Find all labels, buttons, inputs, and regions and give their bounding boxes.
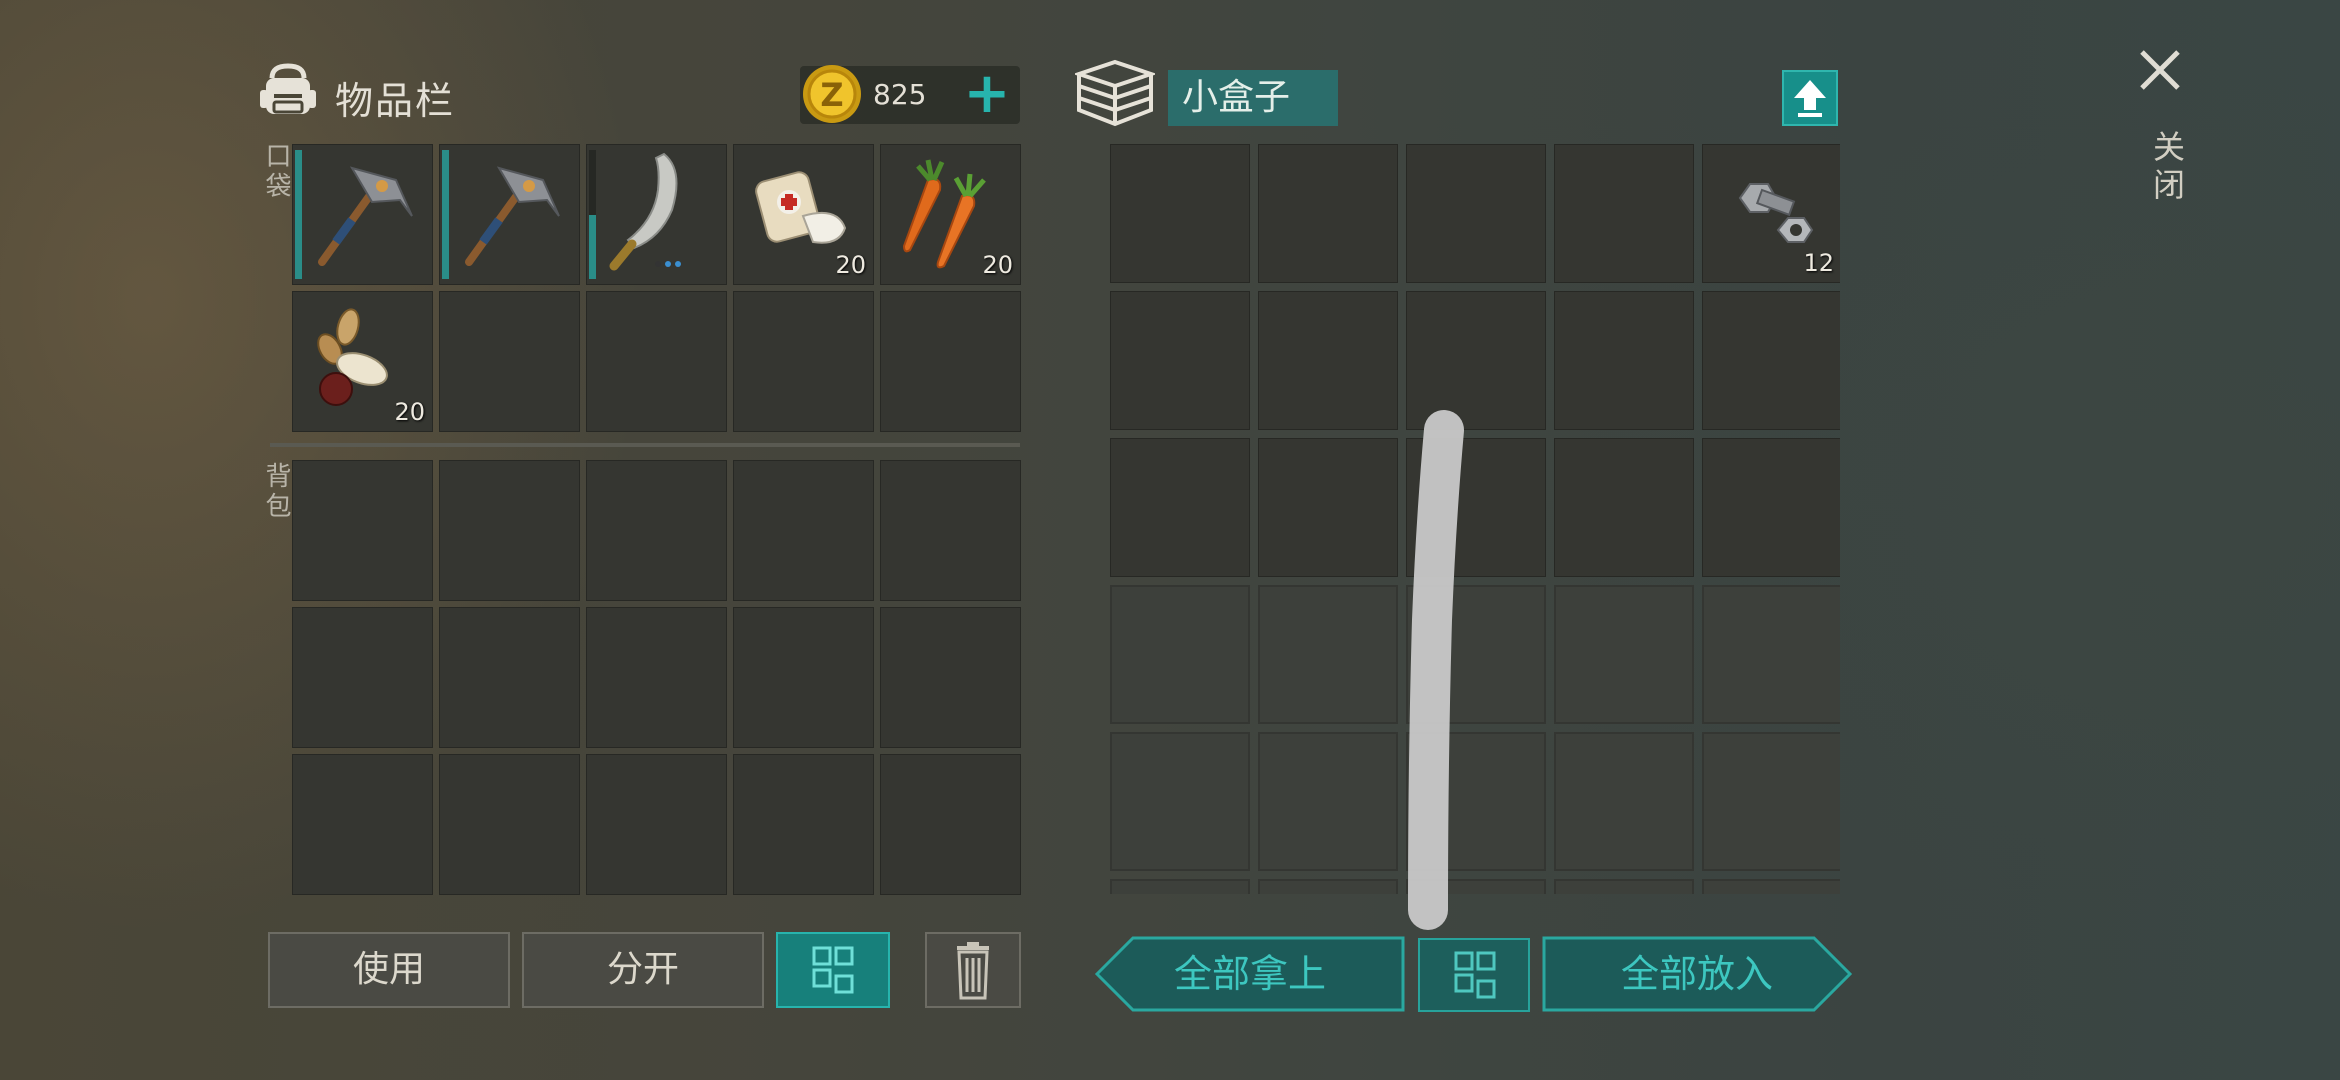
backpack-slot[interactable] [439,460,580,601]
pocket-slot[interactable] [880,291,1021,432]
backpack-slot[interactable] [586,607,727,748]
container-slot[interactable] [1110,144,1250,283]
coin-icon: Z [803,65,861,123]
container-slot[interactable] [1258,291,1398,430]
container-slot[interactable] [1110,438,1250,577]
backpack-label: 背包 [261,462,291,522]
container-slot[interactable]: 12 [1702,144,1840,283]
backpack-slot[interactable] [586,460,727,601]
pickaxe-icon [465,166,560,266]
put-all-label: 全部放入 [1620,952,1773,996]
pocket-slot[interactable]: 20 [292,291,433,432]
backpack-slot[interactable] [292,607,433,748]
pocket-slot[interactable] [586,144,727,285]
backpack-slot[interactable] [733,754,874,895]
container-slot[interactable] [1258,438,1398,577]
pocket-slot[interactable]: 20 [880,144,1021,285]
pocket-slot[interactable] [586,291,727,432]
container-slot[interactable] [1258,585,1398,724]
container-sort-button[interactable] [1418,938,1530,1012]
container-slot[interactable] [1702,438,1840,577]
container-slot[interactable] [1702,291,1840,430]
backpack-slot[interactable] [880,607,1021,748]
container-slot[interactable] [1554,732,1694,871]
backpack-slot[interactable] [439,754,580,895]
backpack-slot[interactable] [586,754,727,895]
container-title: 小盒子 [1168,70,1338,126]
close-icon[interactable] [2136,46,2184,94]
item-quantity: 12 [1803,249,1834,277]
grid-sort-icon [1454,951,1496,999]
container-slot[interactable] [1406,144,1546,283]
pickaxe-icon [318,166,413,266]
svg-text:Z: Z [820,76,843,114]
container-slot[interactable] [1406,438,1546,577]
backpack-slot[interactable] [880,460,1021,601]
container-slot[interactable] [1554,144,1694,283]
container-slot[interactable] [1258,732,1398,871]
container-slot[interactable] [1110,879,1250,894]
container-slot[interactable] [1406,291,1546,430]
add-coins-button[interactable]: + [963,66,1011,126]
close-label[interactable]: 关闭 [2144,130,2190,206]
container-slot[interactable] [1554,585,1694,724]
pocket-slot[interactable] [292,144,433,285]
trash-icon [957,942,989,1000]
pocket-grid: 20 20 20 [292,144,1021,432]
container-slot[interactable] [1554,291,1694,430]
container-slot[interactable] [1406,585,1546,724]
container-slot[interactable] [1554,438,1694,577]
pocket-slot[interactable] [439,144,580,285]
backpack-icon [260,63,316,114]
container-slot[interactable] [1554,879,1694,894]
take-all-label: 全部拿上 [1173,952,1326,996]
container-slot[interactable] [1258,879,1398,894]
inventory-title: 物品栏 [335,79,456,123]
container-slot[interactable] [1702,585,1840,724]
container-slot[interactable] [1702,879,1840,894]
backpack-grid [292,460,1021,895]
backpack-slot[interactable] [439,607,580,748]
container-slot[interactable] [1702,732,1840,871]
pocket-label: 口袋 [261,142,291,202]
backpack-slot[interactable] [733,460,874,601]
grid-sort-icon [812,946,854,994]
item-quantity: 20 [982,251,1013,279]
machete-icon [609,152,681,271]
container-slot[interactable] [1110,732,1250,871]
backpack-slot[interactable] [880,754,1021,895]
container-slot[interactable] [1406,879,1546,894]
pocket-slot[interactable] [733,291,874,432]
item-quantity: 20 [835,251,866,279]
coin-amount: 825 [873,78,927,111]
put-all-button[interactable]: 全部放入 [1542,936,1852,1012]
backpack-slot[interactable] [292,460,433,601]
container-slot[interactable] [1406,732,1546,871]
section-divider [270,443,1020,447]
pocket-slot[interactable] [439,291,580,432]
split-button[interactable]: 分开 [522,932,764,1008]
transfer-up-button[interactable] [1782,70,1838,126]
box-icon [1075,59,1155,127]
use-button[interactable]: 使用 [268,932,510,1008]
container-slot[interactable] [1110,291,1250,430]
arrow-up-icon [1794,80,1826,117]
backpack-slot[interactable] [733,607,874,748]
container-slot[interactable] [1258,144,1398,283]
container-grid: 12 [1110,144,1840,894]
sort-button[interactable] [776,932,890,1008]
take-all-button[interactable]: 全部拿上 [1095,936,1405,1012]
backpack-slot[interactable] [292,754,433,895]
pocket-slot[interactable]: 20 [733,144,874,285]
trash-button[interactable] [925,932,1021,1008]
item-quantity: 20 [394,398,425,426]
container-slot[interactable] [1110,585,1250,724]
